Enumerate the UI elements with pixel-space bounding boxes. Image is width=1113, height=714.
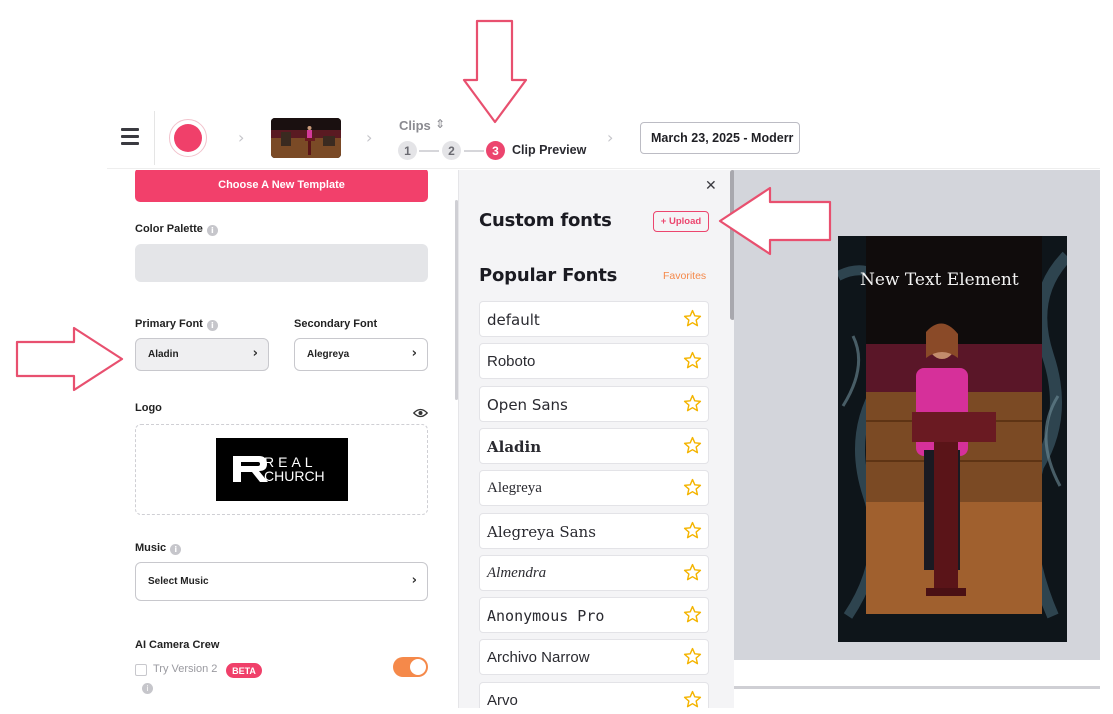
logo-upload-zone[interactable]: REAL CHURCH: [135, 424, 428, 515]
font-name: default: [487, 311, 540, 329]
upload-font-button[interactable]: + Upload: [653, 211, 709, 232]
color-palette-text: Color Palette: [135, 223, 203, 235]
favorites-link[interactable]: Favorites: [663, 270, 706, 282]
clips-label[interactable]: Clips: [399, 118, 431, 133]
step-3[interactable]: 3: [486, 141, 505, 160]
beta-badge: BETA: [226, 663, 262, 678]
chevron-right-icon: ›: [366, 128, 373, 147]
logo-image: REAL CHURCH: [216, 438, 348, 501]
video-preview[interactable]: New Text Element: [838, 236, 1067, 642]
font-name: Archivo Narrow: [487, 649, 590, 667]
star-icon[interactable]: [683, 478, 702, 497]
font-name: Arvo: [487, 691, 518, 708]
font-name: Open Sans: [487, 395, 568, 414]
font-option[interactable]: Alegreya Sans: [479, 512, 709, 549]
chevron-right-icon: ›: [607, 128, 614, 147]
music-value: Select Music: [148, 576, 209, 587]
timeline-bar[interactable]: [734, 686, 1100, 689]
font-name: Almendra: [487, 564, 547, 581]
sort-icon[interactable]: ⇕: [435, 117, 445, 131]
star-icon[interactable]: [683, 605, 702, 624]
settings-panel: Choose A New Template Color Palette i Pri…: [107, 170, 458, 708]
font-name: Anonymous Pro: [487, 607, 605, 626]
primary-font-value: Aladin: [148, 349, 179, 360]
app-window: › › Clips ⇕ 1 2 3 Clip Preview › March 2…: [107, 108, 1100, 708]
chevron-right-icon: ›: [238, 128, 245, 147]
preview-footer: [734, 660, 1100, 708]
star-icon[interactable]: [683, 563, 702, 582]
choose-template-button[interactable]: Choose A New Template: [135, 170, 428, 202]
record-button[interactable]: [169, 119, 207, 157]
font-name: Aladin: [487, 437, 542, 456]
star-icon[interactable]: [683, 521, 702, 540]
font-option[interactable]: Almendra: [479, 554, 709, 591]
hamburger-icon[interactable]: [121, 128, 139, 146]
star-icon[interactable]: [683, 351, 702, 370]
primary-font-select[interactable]: Aladin ›: [135, 338, 269, 371]
star-icon[interactable]: [683, 394, 702, 413]
font-option[interactable]: Arvo: [479, 681, 709, 708]
star-icon[interactable]: [683, 309, 702, 328]
step-2[interactable]: 2: [442, 141, 461, 160]
font-option[interactable]: Open Sans: [479, 385, 709, 422]
try-version-label: Try Version 2: [153, 663, 218, 675]
font-option[interactable]: Alegreya: [479, 470, 709, 507]
overlay-text-element[interactable]: New Text Element: [860, 270, 1019, 290]
chevron-right-icon: ›: [411, 573, 417, 588]
font-name: Alegreya: [487, 480, 542, 497]
primary-font-label: Primary Font i: [135, 318, 218, 331]
camera-crew-label: AI Camera Crew: [135, 639, 220, 651]
try-version-checkbox[interactable]: [135, 664, 147, 676]
font-picker-panel: ✕ Custom fonts + Upload Popular Fonts Fa…: [458, 170, 734, 708]
secondary-font-select[interactable]: Alegreya ›: [294, 338, 428, 371]
video-thumbnail[interactable]: [271, 118, 341, 158]
info-icon[interactable]: i: [206, 225, 218, 236]
info-icon[interactable]: i: [170, 544, 182, 555]
step-connector: [419, 150, 439, 152]
popular-fonts-title: Popular Fonts: [479, 265, 618, 286]
font-option[interactable]: Roboto: [479, 343, 709, 380]
annotation-arrow-down: [462, 19, 528, 124]
eye-icon[interactable]: [413, 408, 428, 418]
date-dropdown[interactable]: March 23, 2025 - Moderr: [640, 122, 800, 154]
chevron-right-icon: ›: [252, 346, 258, 361]
camera-crew-toggle[interactable]: [393, 657, 428, 677]
custom-fonts-title: Custom fonts: [479, 210, 612, 231]
info-icon[interactable]: i: [206, 320, 218, 331]
annotation-arrow-right: [15, 326, 124, 392]
record-icon: [174, 124, 202, 152]
font-name: Alegreya Sans: [487, 522, 596, 541]
secondary-font-label: Secondary Font: [294, 318, 378, 330]
primary-font-text: Primary Font: [135, 318, 203, 330]
logo-text-church: CHURCH: [264, 468, 325, 484]
annotation-arrow-left: [718, 186, 832, 256]
close-icon[interactable]: ✕: [705, 178, 717, 194]
star-icon[interactable]: [683, 647, 702, 666]
logo-label: Logo: [135, 402, 162, 414]
info-icon[interactable]: i: [142, 683, 153, 694]
video-frame-image: [838, 236, 1067, 642]
font-option[interactable]: Aladin: [479, 427, 709, 464]
font-option[interactable]: Archivo Narrow: [479, 639, 709, 676]
music-label: Music i: [135, 542, 182, 555]
font-option[interactable]: Anonymous Pro: [479, 597, 709, 634]
color-palette-picker[interactable]: [135, 244, 428, 282]
current-step-label: Clip Preview: [512, 143, 587, 157]
music-text: Music: [135, 542, 167, 554]
top-bar: › › Clips ⇕ 1 2 3 Clip Preview › March 2…: [107, 108, 1100, 169]
secondary-font-value: Alegreya: [307, 349, 350, 360]
font-option[interactable]: default: [479, 301, 709, 337]
header-divider: [154, 111, 155, 165]
star-icon[interactable]: [683, 690, 702, 708]
music-select[interactable]: Select Music ›: [135, 562, 428, 601]
step-connector: [464, 150, 484, 152]
chevron-right-icon: ›: [411, 346, 417, 361]
step-1[interactable]: 1: [398, 141, 417, 160]
font-name: Roboto: [487, 353, 536, 371]
color-palette-label: Color Palette i: [135, 223, 218, 236]
star-icon[interactable]: [683, 436, 702, 455]
